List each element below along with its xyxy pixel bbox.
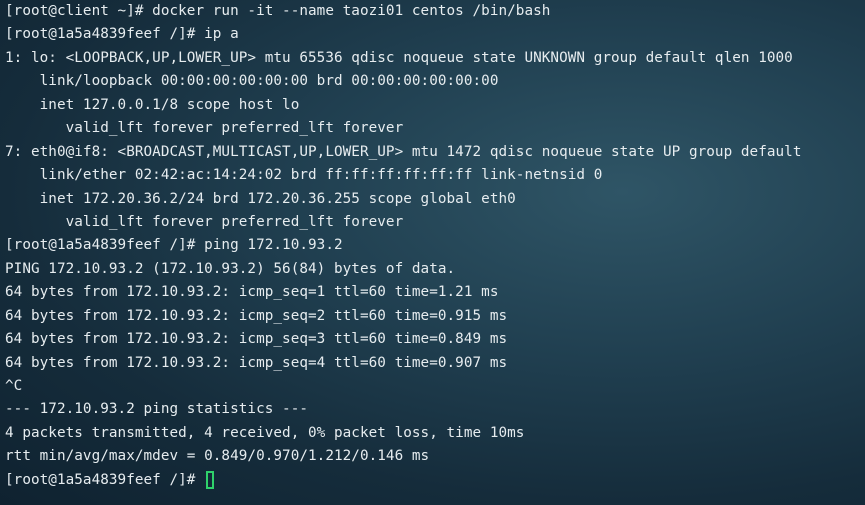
terminal-input-line[interactable]: [root@1a5a4839feef /]#	[5, 469, 865, 492]
terminal-line: link/loopback 00:00:00:00:00:00 brd 00:0…	[5, 73, 499, 90]
shell-prompt: [root@1a5a4839feef /]#	[5, 471, 205, 488]
terminal-line: 1: lo: <LOOPBACK,UP,LOWER_UP> mtu 65536 …	[5, 49, 793, 66]
terminal-line: inet 127.0.0.1/8 scope host lo	[5, 96, 300, 113]
terminal-line: ^C	[5, 378, 23, 394]
terminal-output: [root@client ~]# docker run -it --name t…	[5, 0, 865, 492]
terminal-line: 4 packets transmitted, 4 received, 0% pa…	[5, 424, 525, 441]
terminal-line: 64 bytes from 172.10.93.2: icmp_seq=2 tt…	[5, 307, 508, 324]
terminal-line: PING 172.10.93.2 (172.10.93.2) 56(84) by…	[5, 260, 456, 277]
terminal-line: valid_lft forever preferred_lft forever	[5, 120, 404, 137]
terminal-line: [root@1a5a4839feef /]# ip a	[5, 26, 239, 43]
terminal-line: 7: eth0@if8: <BROADCAST,MULTICAST,UP,LOW…	[5, 143, 802, 160]
terminal-line: rtt min/avg/max/mdev = 0.849/0.970/1.212…	[5, 448, 430, 465]
terminal-line: link/ether 02:42:ac:14:24:02 brd ff:ff:f…	[5, 167, 603, 184]
terminal-line: valid_lft forever preferred_lft forever	[5, 213, 404, 230]
terminal-line: --- 172.10.93.2 ping statistics ---	[5, 401, 309, 418]
terminal-line: [root@client ~]# docker run -it --name t…	[5, 3, 551, 19]
terminal-line: [root@1a5a4839feef /]# ping 172.10.93.2	[5, 237, 343, 254]
terminal-line: 64 bytes from 172.10.93.2: icmp_seq=1 tt…	[5, 284, 499, 301]
terminal-window[interactable]: [root@client ~]# docker run -it --name t…	[0, 0, 865, 505]
terminal-line: inet 172.20.36.2/24 brd 172.20.36.255 sc…	[5, 190, 516, 207]
block-cursor-icon	[206, 471, 215, 490]
terminal-line: 64 bytes from 172.10.93.2: icmp_seq=4 tt…	[5, 354, 508, 371]
terminal-line: 64 bytes from 172.10.93.2: icmp_seq=3 tt…	[5, 331, 508, 348]
